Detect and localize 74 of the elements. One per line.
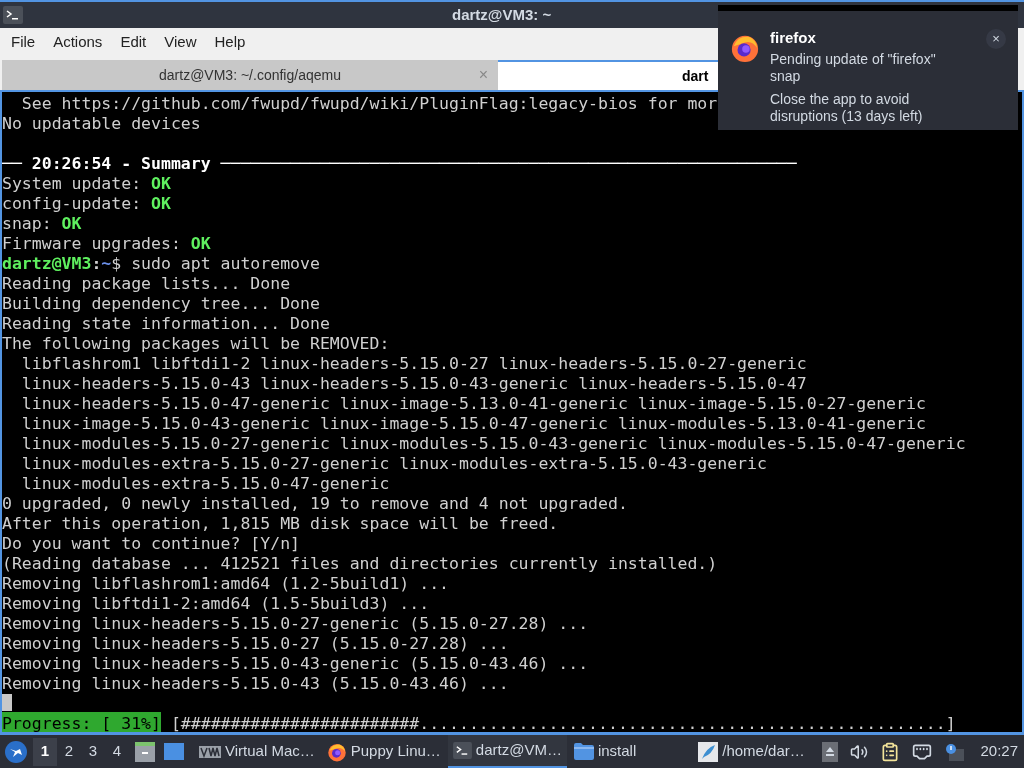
terminal-line: Reading package lists... Done: [2, 273, 291, 292]
menu-item[interactable]: Edit: [111, 31, 156, 54]
terminal-line: No updatable devices: [2, 113, 201, 132]
file-cabinet-icon[interactable]: [135, 741, 155, 762]
volume-icon[interactable]: [850, 742, 869, 761]
taskbar-button[interactable]: Virtual Mac…: [194, 735, 320, 768]
feather-icon: [698, 741, 719, 762]
terminal-icon: [3, 6, 23, 24]
status-value: OK: [151, 193, 171, 212]
vm-icon: [199, 745, 221, 758]
clipboard-icon[interactable]: [880, 741, 901, 762]
menu-item[interactable]: Actions: [44, 31, 112, 54]
progress-label: Progress: [ 31%]: [2, 712, 161, 732]
terminal-line: After this operation, 1,815 MB disk space will be freed.: [2, 513, 559, 532]
terminal-tab[interactable]: dartz@VM3: ~/.config/aqemu ×: [2, 60, 498, 90]
taskbar-button[interactable]: Puppy Linu…: [321, 735, 446, 768]
alert-icon[interactable]: [944, 742, 965, 761]
menu-item[interactable]: File: [2, 31, 45, 54]
prompt-separator: :: [91, 253, 102, 272]
clock[interactable]: 20:27: [980, 740, 1018, 763]
menu-item[interactable]: Help: [205, 31, 255, 54]
progress-bar-text: [########################.....................................................]: [170, 713, 956, 732]
terminal-icon: [452, 742, 472, 759]
terminal-line: linux-modules-5.15.0-27-generic linux-modules-5.15.0-43-generic linux-modules-5.15.0-47-generic: [20, 433, 966, 452]
eject-icon[interactable]: [822, 741, 839, 762]
status-label: System update:: [2, 173, 142, 192]
taskbar-button[interactable]: dartz@VM…: [447, 735, 567, 768]
terminal-line: Removing linux-headers-5.15.0-27-generic (5.15.0-27.28) ...: [2, 613, 589, 632]
terminal-line: See https://github.com/fwupd/fwupd/wiki/PluginFlag:legacy-bios for mor: [20, 93, 718, 112]
terminal-line: (Reading database ... 412521 files and directories currently installed.): [2, 553, 718, 572]
terminal-line: linux-headers-5.15.0-43 linux-headers-5.15.0-43-generic linux-headers-5.15.0-47: [20, 373, 807, 392]
taskbar-button[interactable]: install: [568, 735, 642, 768]
terminal-line: Removing linux-headers-5.15.0-43 (5.15.0-43.46) ...: [2, 673, 509, 692]
prompt-sign: $: [111, 253, 122, 272]
terminal-line: Reading state information... Done: [2, 313, 330, 332]
taskbar-button[interactable]: /home/dar…: [693, 735, 810, 768]
terminal-line: Removing libftdi1-2:amd64 (1.5-5build3) ...: [2, 593, 430, 612]
status-label: config-update:: [2, 193, 142, 212]
terminal-line: libflashrom1 libftdi1-2 linux-headers-5.15.0-27 linux-headers-5.15.0-27-generic: [20, 353, 807, 372]
status-value: OK: [151, 173, 171, 192]
terminal-line: Removing linux-headers-5.15.0-27 (5.15.0-27.28) ...: [2, 633, 509, 652]
notification-app: firefox: [770, 29, 817, 46]
notification-detail: Close the app to avoid disruptions (13 days left): [770, 91, 924, 125]
terminal-line: Do you want to continue? [Y/n]: [2, 533, 300, 552]
folder-icon: [573, 743, 594, 760]
prompt-path: ~: [101, 253, 112, 272]
terminal-line: linux-headers-5.15.0-47-generic linux-image-5.13.0-41-generic linux-image-5.15.0-27-generic: [20, 393, 926, 412]
menu-item[interactable]: View: [155, 31, 206, 54]
close-button[interactable]: ×: [986, 29, 1006, 49]
start-menu-icon[interactable]: [5, 740, 27, 763]
command-text: sudo apt autoremove: [131, 253, 320, 272]
text-cursor: [2, 693, 12, 711]
status-value: OK: [190, 233, 211, 252]
terminal-line: Removing linux-headers-5.15.0-43-generic (5.15.0-43.46) ...: [2, 653, 589, 672]
terminal-line: linux-image-5.15.0-43-generic linux-image-5.15.0-47-generic linux-modules-5.13.0-41-generic: [20, 413, 926, 432]
workspace-button[interactable]: 3: [81, 737, 105, 766]
workspace-button[interactable]: 1: [33, 737, 57, 766]
status-label: Firmware upgrades:: [2, 233, 181, 252]
summary-heading: ── 20:26:54 - Summary ──────────────────────────────────────────────────────────: [2, 153, 798, 172]
terminal-line: Removing libflashrom1:amd64 (1.2-5build1) ...: [2, 573, 450, 592]
notification-message: Pending update of "firefox" snap: [770, 51, 937, 85]
terminal-line: 0 upgraded, 0 newly installed, 19 to remove and 4 not upgraded.: [2, 493, 628, 512]
window-title: dartz@VM3: ~: [452, 4, 552, 25]
status-label: snap:: [2, 213, 52, 232]
terminal-line: Building dependency tree... Done: [2, 293, 320, 312]
terminal-line: linux-modules-extra-5.15.0-47-generic: [20, 473, 390, 492]
status-value: OK: [61, 213, 82, 232]
workspace-button[interactable]: 2: [57, 737, 81, 766]
terminal-line: linux-modules-extra-5.15.0-27-generic linux-modules-extra-5.15.0-43-generic: [20, 453, 767, 472]
firefox-icon: [326, 741, 347, 762]
prompt-user: dartz@VM3: [2, 253, 92, 272]
firefox-icon: [730, 33, 760, 63]
workspace-button[interactable]: 4: [105, 737, 129, 766]
terminal-line: The following packages will be REMOVED:: [2, 333, 390, 352]
